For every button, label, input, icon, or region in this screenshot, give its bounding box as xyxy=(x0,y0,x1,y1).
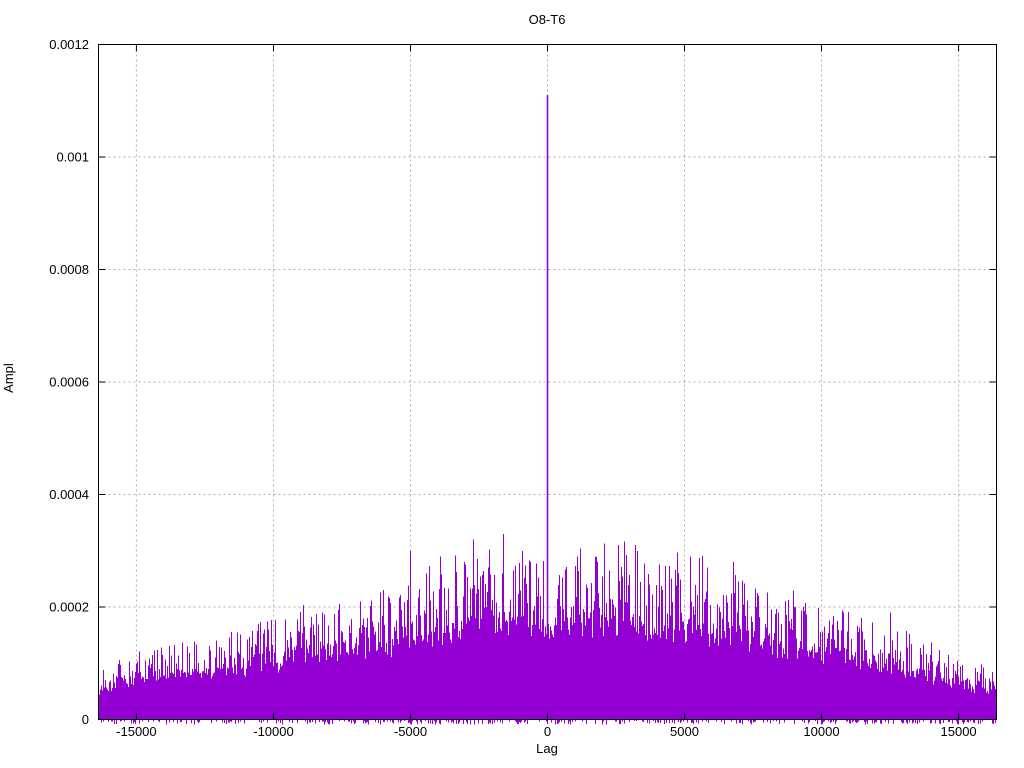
y-tick-label: 0.0004 xyxy=(49,487,89,502)
y-tick-label: 0.0008 xyxy=(49,262,89,277)
x-tick-label: 15000 xyxy=(941,724,977,739)
y-tick-label: 0 xyxy=(82,712,89,727)
gnuplot-figure: -15000 -10000 -5000 0 5000 10000 15000 0 0.0002 0… xyxy=(0,0,1024,768)
x-tick-label: -10000 xyxy=(253,724,293,739)
correlation-chart: -15000 -10000 -5000 0 5000 10000 15000 0 0.0002 0… xyxy=(1,12,997,756)
chart-title: O8-T6 xyxy=(529,12,566,27)
data-series-layer xyxy=(99,95,996,725)
y-axis-label: Ampl xyxy=(1,363,16,393)
x-tick-label: 0 xyxy=(544,724,551,739)
x-axis-label: Lag xyxy=(536,741,558,756)
y-tick-label: 0.0012 xyxy=(49,37,89,52)
x-tick-label: 5000 xyxy=(670,724,699,739)
y-tick-label: 0.0006 xyxy=(49,375,89,390)
x-tick-label: -5000 xyxy=(394,724,427,739)
x-tick-label: -15000 xyxy=(116,724,156,739)
x-tick-label: 10000 xyxy=(803,724,839,739)
y-tick-label: 0.001 xyxy=(56,150,89,165)
y-tick-label: 0.0002 xyxy=(49,600,89,615)
